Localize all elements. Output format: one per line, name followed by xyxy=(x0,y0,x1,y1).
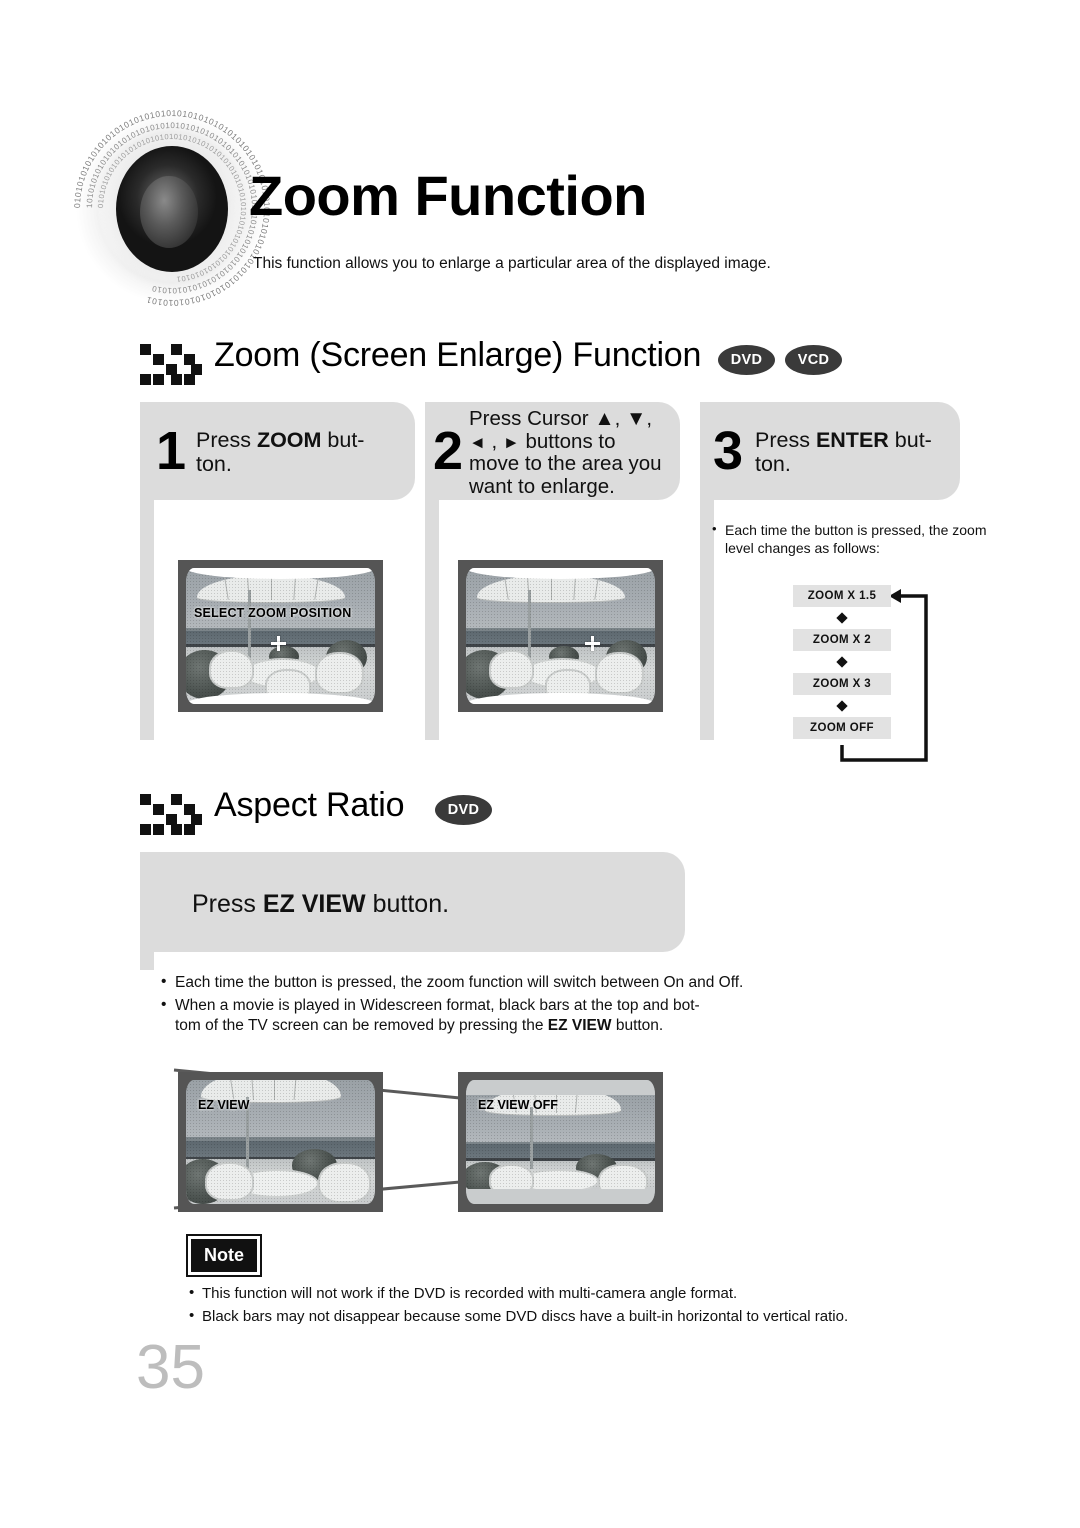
flow-cell-4: ZOOM OFF xyxy=(793,717,891,739)
disc-badges: DVD xyxy=(435,794,492,826)
photo-patio xyxy=(466,568,655,704)
osd-text: SELECT ZOOM POSITION xyxy=(194,606,352,620)
manual-page: 0101010101010101010101010101010101010101… xyxy=(0,0,1080,1528)
step-box-2: 2 Press Cursor ▲, ▼, ◄ , ► buttons to move… xyxy=(425,402,680,500)
step-column-1: 1 Press ZOOM but-ton. xyxy=(140,402,415,740)
badge-dvd: DVD xyxy=(435,795,492,825)
crosshair-icon xyxy=(271,636,287,651)
note-bullets: This function will not work if the DVD i… xyxy=(188,1281,948,1329)
tv-screen: EZ VIEW OFF xyxy=(466,1080,655,1204)
note-bullet-2: Black bars may not disappear because som… xyxy=(188,1304,948,1328)
speaker-binary-ring-icon: 0101010101010101010101010101010101010101… xyxy=(72,108,272,308)
checker-arrows-icon xyxy=(140,344,202,385)
badge-dvd: DVD xyxy=(718,345,775,375)
badge-vcd: VCD xyxy=(785,345,842,375)
step-box-1: 1 Press ZOOM but-ton. xyxy=(140,402,415,500)
note-bullet-1: This function will not work if the DVD i… xyxy=(188,1281,948,1305)
step-rail-2 xyxy=(425,500,439,740)
step-column-3: 3 Press ENTER but-ton. xyxy=(700,402,960,740)
step-rail-1 xyxy=(140,500,154,740)
section-title: Aspect Ratio xyxy=(214,786,405,824)
tv-screenshot-ez-view-off: EZ VIEW OFF xyxy=(458,1072,663,1212)
ez-view-bullets: Each time the button is pressed, the zoo… xyxy=(160,972,900,1038)
step-number-3: 3 xyxy=(713,421,744,481)
page-header: 0101010101010101010101010101010101010101… xyxy=(0,0,1080,330)
ez-view-instruction-box: Press EZ VIEW button. xyxy=(140,852,685,952)
cursor-down-icon: ▼ xyxy=(626,407,647,430)
ez-view-bullet-2: When a movie is played in Widescreen for… xyxy=(160,995,900,1036)
ez-view-rail xyxy=(140,952,154,970)
ez-view-instruction-text: Press EZ VIEW button. xyxy=(192,890,450,918)
tv-screen xyxy=(466,568,655,704)
tv-screenshot-move-area xyxy=(458,560,663,712)
tv-screenshot-select-zoom-position: SELECT ZOOM POSITION xyxy=(178,560,383,712)
tv-screen: EZ VIEW xyxy=(186,1080,375,1204)
zoom-level-note: Each time the button is pressed, the zoo… xyxy=(712,520,992,558)
flow-cell-3: ZOOM X 3 xyxy=(793,673,891,695)
checker-arrows-icon xyxy=(140,794,202,835)
osd-label-ez-view: EZ VIEW xyxy=(198,1098,250,1112)
section-heading-aspect: Aspect Ratio DVD xyxy=(140,786,1000,836)
flow-cell-2: ZOOM X 2 xyxy=(793,629,891,651)
zoom-level-note-text: Each time the button is pressed, the zoo… xyxy=(712,520,992,558)
speaker-cone xyxy=(116,146,228,272)
crosshair-icon xyxy=(585,636,601,651)
cursor-left-icon: ◄ xyxy=(469,432,486,452)
page-number: 35 xyxy=(136,1333,205,1402)
step-text-1: Press ZOOM but-ton. xyxy=(196,428,365,477)
page-subtitle: This function allows you to enlarge a pa… xyxy=(253,255,771,272)
section-heading-zoom: Zoom (Screen Enlarge) Function DVD VCD xyxy=(140,336,1000,386)
osd-label-ez-view-off: EZ VIEW OFF xyxy=(478,1098,558,1112)
page-title: Zoom Function xyxy=(249,164,647,227)
step-number-1: 1 xyxy=(156,421,187,481)
step-number-2: 2 xyxy=(433,421,464,481)
disc-badges: DVD VCD xyxy=(718,344,842,376)
step-text-3: Press ENTER but-ton. xyxy=(755,428,932,477)
step-box-3: 3 Press ENTER but-ton. xyxy=(700,402,960,500)
zoom-level-flow: ZOOM X 1.5 ZOOM X 2 ZOOM X 3 ZOOM OFF xyxy=(793,585,993,765)
step-text-2: Press Cursor ▲, ▼, ◄ , ► buttons to move t… xyxy=(469,407,662,498)
tv-screenshot-ez-view: EZ VIEW xyxy=(178,1072,383,1212)
step-column-2: 2 Press Cursor ▲, ▼, ◄ , ► buttons to move… xyxy=(425,402,680,740)
cursor-up-icon: ▲ xyxy=(594,407,615,430)
cursor-right-icon: ► xyxy=(502,432,520,452)
tv-screen: SELECT ZOOM POSITION xyxy=(186,568,375,704)
note-badge: Note xyxy=(186,1234,262,1277)
section-title: Zoom (Screen Enlarge) Function xyxy=(214,336,702,374)
ez-view-bullet-1: Each time the button is pressed, the zoo… xyxy=(160,972,900,993)
flow-cell-1: ZOOM X 1.5 xyxy=(793,585,891,607)
